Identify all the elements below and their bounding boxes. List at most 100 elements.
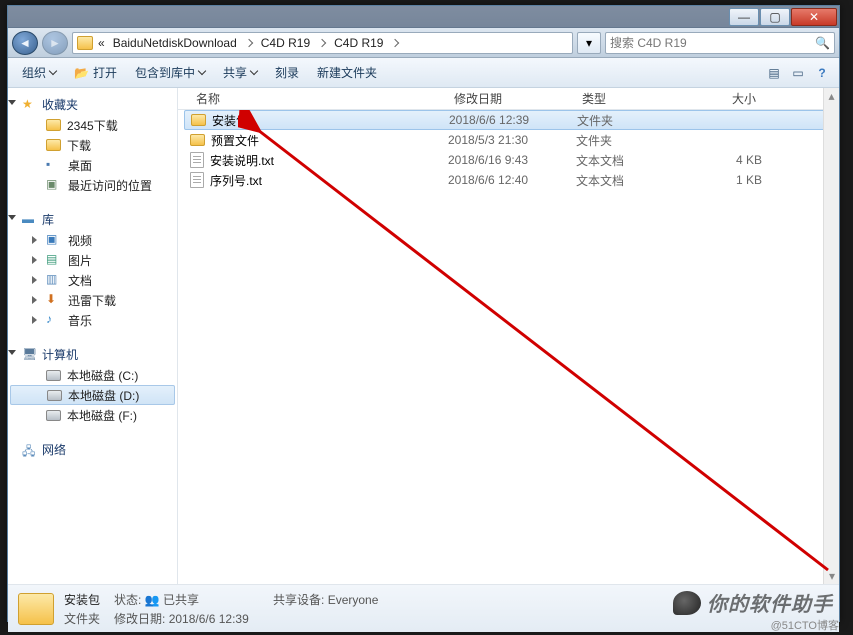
column-date[interactable]: 修改日期 [448, 90, 576, 107]
file-row[interactable]: 安装说明.txt 2018/6/16 9:43 文本文档 4 KB [178, 150, 839, 170]
column-type[interactable]: 类型 [576, 90, 692, 107]
expand-icon[interactable] [32, 236, 37, 244]
drive-icon [46, 410, 61, 421]
nav-item-downloads[interactable]: 下载 [8, 135, 177, 155]
text-file-icon [190, 172, 204, 188]
nav-item-2345[interactable]: 2345下载 [8, 115, 177, 135]
include-in-library-button[interactable]: 包含到库中 [127, 61, 213, 84]
picture-icon: ▤ [46, 252, 62, 268]
forward-button[interactable]: ► [42, 31, 68, 55]
breadcrumb-overflow[interactable]: « [95, 36, 108, 50]
nav-network: 🖧网络 [8, 439, 177, 460]
open-button[interactable]: 📂打开 [66, 61, 125, 84]
file-type: 文件夹 [576, 132, 692, 149]
share-button[interactable]: 共享 [215, 61, 265, 84]
file-size: 4 KB [692, 153, 762, 167]
address-bar: ◄ ► « BaiduNetdiskDownload C4D R19 C4D R… [8, 28, 839, 58]
file-type: 文本文档 [576, 152, 692, 169]
file-row[interactable]: 序列号.txt 2018/6/6 12:40 文本文档 1 KB [178, 170, 839, 190]
search-icon[interactable]: 🔍 [815, 36, 830, 50]
file-list-pane: 名称 修改日期 类型 大小 安装包 2018/6/6 12:39 文件夹 预置文… [178, 88, 839, 584]
column-headers: 名称 修改日期 类型 大小 [178, 88, 839, 110]
burn-button[interactable]: 刻录 [267, 61, 307, 84]
computer-icon: 🖥 [22, 347, 38, 363]
scroll-up-icon[interactable]: ▴ [824, 88, 839, 104]
chevron-down-icon [198, 67, 206, 75]
folder-icon [46, 119, 61, 131]
file-row[interactable]: 安装包 2018/6/6 12:39 文件夹 [184, 110, 835, 130]
nav-network-header[interactable]: 🖧网络 [8, 439, 177, 460]
details-text: 安装包 状态: 👥 已共享 共享设备: Everyone 文件夹 修改日期: 2… [64, 591, 378, 627]
folder-icon [46, 139, 61, 151]
chevron-right-icon[interactable] [245, 38, 253, 46]
preview-pane-button[interactable]: ▭ [787, 62, 809, 84]
scrollbar[interactable]: ▴ ▾ [823, 88, 839, 584]
refresh-button[interactable]: ▾ [577, 32, 601, 54]
expand-icon[interactable] [8, 100, 16, 109]
expand-icon[interactable] [32, 276, 37, 284]
nav-item-video[interactable]: ▣视频 [8, 230, 177, 250]
nav-item-desktop[interactable]: ▪桌面 [8, 155, 177, 175]
nav-item-recent[interactable]: ▣最近访问的位置 [8, 175, 177, 195]
nav-computer: 🖥计算机 本地磁盘 (C:) 本地磁盘 (D:) 本地磁盘 (F:) [8, 344, 177, 425]
chevron-right-icon[interactable] [318, 38, 326, 46]
nav-favorites-header[interactable]: ★收藏夹 [8, 94, 177, 115]
breadcrumb[interactable]: « BaiduNetdiskDownload C4D R19 C4D R19 [72, 32, 573, 54]
chevron-down-icon [49, 67, 57, 75]
nav-item-drive-c[interactable]: 本地磁盘 (C:) [8, 365, 177, 385]
chevron-right-icon[interactable] [391, 38, 399, 46]
titlebar-inactive-overlay [8, 6, 839, 28]
network-icon: 🖧 [22, 442, 38, 458]
maximize-button[interactable]: ▢ [760, 8, 790, 26]
nav-item-thunder[interactable]: ⬇迅雷下载 [8, 290, 177, 310]
navigation-pane[interactable]: ★收藏夹 2345下载 下载 ▪桌面 ▣最近访问的位置 ▬库 ▣视频 ▤图片 ▥… [8, 88, 178, 584]
folder-icon [77, 36, 93, 50]
expand-icon[interactable] [32, 256, 37, 264]
document-icon: ▥ [46, 272, 62, 288]
new-folder-button[interactable]: 新建文件夹 [309, 61, 385, 84]
search-input[interactable]: 搜索 C4D R19 🔍 [605, 32, 835, 54]
file-date: 2018/6/6 12:40 [448, 173, 576, 187]
file-row[interactable]: 预置文件 2018/5/3 21:30 文件夹 [178, 130, 839, 150]
expand-icon[interactable] [32, 316, 37, 324]
view-button[interactable]: ▤ [763, 62, 785, 84]
nav-computer-header[interactable]: 🖥计算机 [8, 344, 177, 365]
watermark: 你的软件助手 [673, 588, 833, 617]
titlebar[interactable]: — ▢ ✕ [8, 6, 839, 28]
nav-item-drive-f[interactable]: 本地磁盘 (F:) [8, 405, 177, 425]
file-date: 2018/6/6 12:39 [449, 113, 577, 127]
nav-libraries: ▬库 ▣视频 ▤图片 ▥文档 ⬇迅雷下载 ♪音乐 [8, 209, 177, 330]
nav-item-pictures[interactable]: ▤图片 [8, 250, 177, 270]
expand-icon[interactable] [8, 215, 16, 224]
breadcrumb-item[interactable]: C4D R19 [331, 36, 386, 50]
details-thumbnail-icon [18, 593, 54, 625]
help-button[interactable]: ? [811, 62, 833, 84]
close-button[interactable]: ✕ [791, 8, 837, 26]
folder-icon [190, 134, 205, 146]
nav-item-drive-d[interactable]: 本地磁盘 (D:) [10, 385, 175, 405]
expand-icon[interactable] [32, 296, 37, 304]
drive-icon [47, 390, 62, 401]
watermark-sub: @51CTO博客 [771, 617, 839, 633]
nav-item-music[interactable]: ♪音乐 [8, 310, 177, 330]
file-date: 2018/5/3 21:30 [448, 133, 576, 147]
breadcrumb-item[interactable]: BaiduNetdiskDownload [110, 36, 240, 50]
scroll-down-icon[interactable]: ▾ [824, 568, 840, 584]
text-file-icon [190, 152, 204, 168]
breadcrumb-item[interactable]: C4D R19 [258, 36, 313, 50]
wechat-icon [673, 591, 701, 615]
column-name[interactable]: 名称 [190, 90, 448, 107]
library-icon: ▬ [22, 212, 38, 228]
details-name: 安装包 [64, 591, 100, 608]
file-rows[interactable]: 安装包 2018/6/6 12:39 文件夹 预置文件 2018/5/3 21:… [178, 110, 839, 584]
window-buttons: — ▢ ✕ [728, 8, 837, 26]
column-size[interactable]: 大小 [692, 90, 762, 107]
organize-button[interactable]: 组织 [14, 61, 64, 84]
back-button[interactable]: ◄ [12, 31, 38, 55]
file-type: 文件夹 [577, 112, 693, 129]
nav-libraries-header[interactable]: ▬库 [8, 209, 177, 230]
file-name: 安装包 [212, 112, 248, 129]
expand-icon[interactable] [8, 350, 16, 359]
nav-item-documents[interactable]: ▥文档 [8, 270, 177, 290]
minimize-button[interactable]: — [729, 8, 759, 26]
